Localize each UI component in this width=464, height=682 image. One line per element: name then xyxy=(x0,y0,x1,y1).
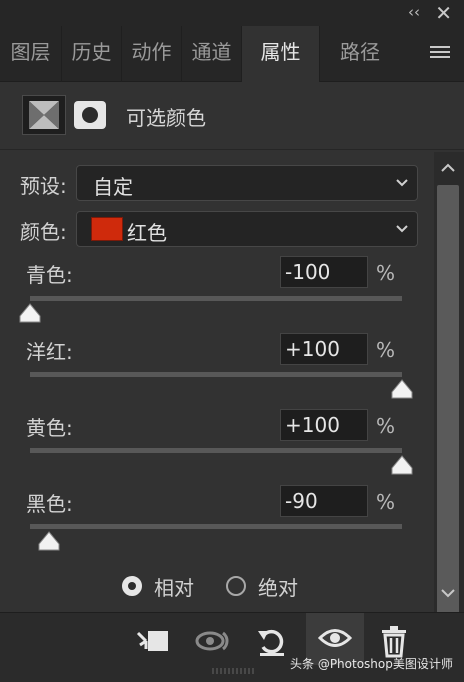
black-input[interactable]: -90 xyxy=(280,485,368,517)
clip-to-layer-icon[interactable] xyxy=(134,623,170,659)
yellow-label: 黄色: xyxy=(26,416,73,440)
selective-color-adjustment-icon[interactable] xyxy=(22,95,66,135)
tab-actions[interactable]: 动作 xyxy=(122,26,182,82)
black-label: 黑色: xyxy=(26,492,73,516)
absolute-radio[interactable] xyxy=(226,576,246,596)
trash-icon[interactable] xyxy=(376,623,412,659)
chevron-down-icon[interactable] xyxy=(441,589,455,599)
cyan-unit: % xyxy=(376,261,396,285)
color-swatch xyxy=(91,217,123,241)
chevron-up-icon[interactable] xyxy=(441,162,455,172)
colors-select[interactable]: 红色 xyxy=(76,211,418,247)
magenta-label: 洋红: xyxy=(26,340,73,364)
cyan-slider-track[interactable] xyxy=(30,296,402,301)
properties-header: 可选颜色 xyxy=(0,82,464,150)
panel-menu-icon[interactable] xyxy=(430,46,450,60)
panel-footer: 头条 @Photoshop美图设计师 xyxy=(0,612,464,682)
tab-layers[interactable]: 图层 xyxy=(0,26,62,82)
scrollbar[interactable] xyxy=(434,152,464,679)
yellow-slider-thumb[interactable] xyxy=(391,455,413,475)
layer-mask-icon[interactable] xyxy=(74,101,106,129)
tab-channels[interactable]: 通道 xyxy=(182,26,242,82)
view-previous-state-icon[interactable] xyxy=(194,623,230,659)
close-icon[interactable]: ✕ xyxy=(435,1,452,25)
colors-value: 红色 xyxy=(127,221,167,245)
relative-label[interactable]: 相对 xyxy=(154,572,194,601)
yellow-unit: % xyxy=(376,414,396,438)
preset-label: 预设: xyxy=(20,174,67,198)
preset-select[interactable]: 自定 xyxy=(76,165,418,201)
scrollbar-thumb[interactable] xyxy=(437,185,459,679)
yellow-input[interactable]: +100 xyxy=(280,409,368,441)
tab-history[interactable]: 历史 xyxy=(62,26,122,82)
resize-grip[interactable] xyxy=(212,668,256,674)
magenta-slider-track[interactable] xyxy=(30,372,402,377)
panel-title-bar: ‹‹ ✕ xyxy=(0,0,464,26)
tab-paths[interactable]: 路径 xyxy=(320,26,400,82)
tab-properties[interactable]: 属性 xyxy=(242,26,320,83)
black-slider-track[interactable] xyxy=(30,524,402,529)
magenta-slider-thumb[interactable] xyxy=(391,379,413,399)
tab-bar: 图层 历史 动作 通道 属性 路径 xyxy=(0,26,464,83)
watermark-text: 头条 @Photoshop美图设计师 xyxy=(290,657,453,671)
eye-icon xyxy=(318,629,352,647)
chevron-down-icon xyxy=(396,179,408,187)
relative-radio[interactable] xyxy=(122,576,142,596)
yellow-slider-track[interactable] xyxy=(30,448,402,453)
cyan-input[interactable]: -100 xyxy=(280,256,368,288)
reset-icon[interactable] xyxy=(254,623,290,659)
cyan-slider-thumb[interactable] xyxy=(19,303,41,323)
black-unit: % xyxy=(376,490,396,514)
cyan-label: 青色: xyxy=(26,263,73,287)
magenta-unit: % xyxy=(376,338,396,362)
magenta-input[interactable]: +100 xyxy=(280,333,368,365)
colors-label: 颜色: xyxy=(20,220,67,244)
absolute-label[interactable]: 绝对 xyxy=(258,572,298,601)
panel-title: 可选颜色 xyxy=(126,106,206,130)
double-chevron-icon[interactable]: ‹‹ xyxy=(408,3,420,21)
preset-value: 自定 xyxy=(93,175,133,199)
black-slider-thumb[interactable] xyxy=(38,531,60,551)
chevron-down-icon xyxy=(396,225,408,233)
